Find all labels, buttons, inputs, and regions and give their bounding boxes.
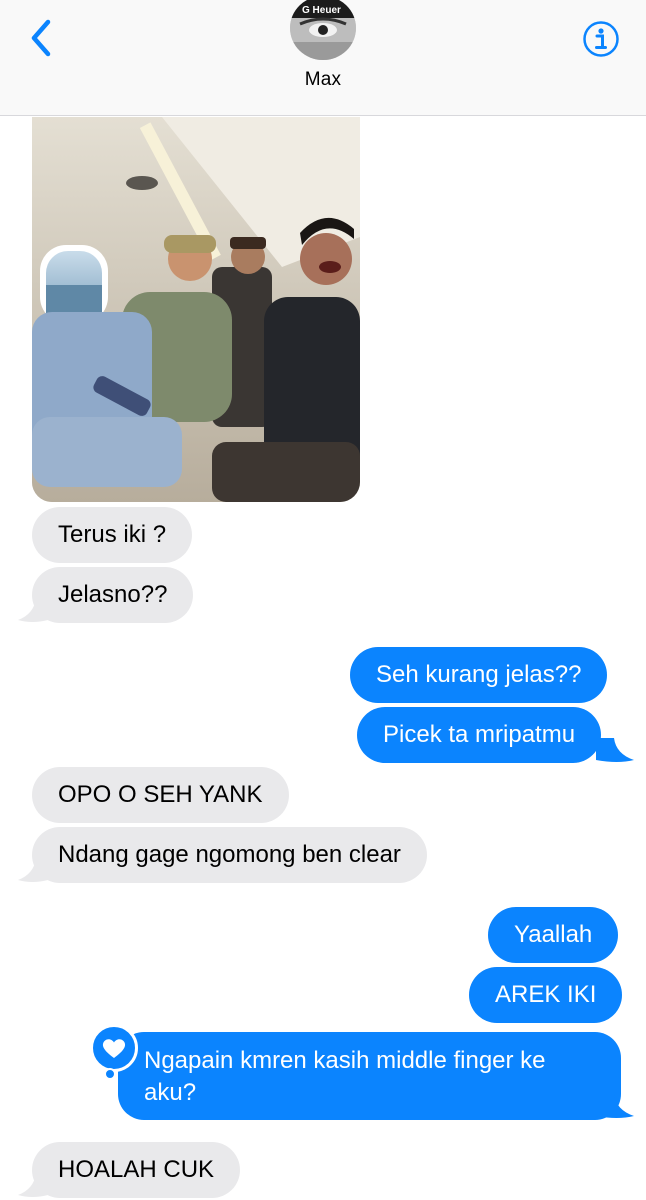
message-bubble-outgoing[interactable]: Seh kurang jelas?? xyxy=(350,647,608,703)
message-bubble-outgoing[interactable]: Picek ta mripatmu xyxy=(357,707,602,763)
bubble-tail-incoming xyxy=(18,598,48,622)
message-bubble-incoming[interactable]: Ndang gage ngomong ben clear xyxy=(32,827,427,883)
conversation-header: G Heuer Max xyxy=(0,0,646,116)
message-bubble-incoming[interactable]: HOALAH CUK xyxy=(32,1142,241,1198)
message-bubble-outgoing[interactable]: Ngapain kmren kasih middle finger ke aku… xyxy=(118,1032,621,1120)
bubble-tail-outgoing xyxy=(596,1094,634,1118)
message-bubble-incoming[interactable]: OPO O SEH YANK xyxy=(32,767,289,823)
message-bubble-incoming[interactable]: Terus iki ? xyxy=(32,507,193,563)
back-chevron-icon[interactable] xyxy=(26,18,62,58)
bubble-tail-incoming xyxy=(18,858,48,882)
bubble-tail-incoming xyxy=(18,1173,48,1197)
avatar-cap-logo: G Heuer xyxy=(302,5,341,16)
contact-avatar[interactable]: G Heuer xyxy=(290,0,356,60)
heart-reaction-badge[interactable] xyxy=(90,1024,138,1072)
message-bubble-incoming[interactable]: Jelasno?? xyxy=(32,567,194,623)
info-icon[interactable] xyxy=(582,20,620,58)
reaction-tail-dot xyxy=(104,1068,116,1080)
contact-name[interactable]: Max xyxy=(0,69,646,91)
photo-attachment[interactable] xyxy=(32,117,360,502)
bubble-tail-outgoing xyxy=(596,738,634,762)
message-bubble-outgoing[interactable]: AREK IKI xyxy=(469,967,623,1023)
heart-icon xyxy=(102,1039,126,1058)
message-bubble-outgoing[interactable]: Yaallah xyxy=(488,907,619,963)
